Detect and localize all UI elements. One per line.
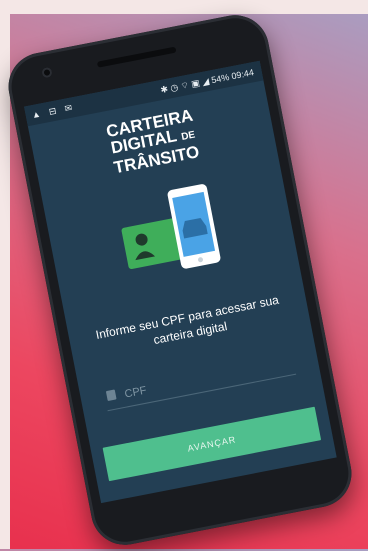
cpf-input[interactable] — [120, 351, 296, 405]
continue-button[interactable]: AVANÇAR — [102, 406, 322, 482]
license-phone-illustration — [121, 184, 221, 270]
clock: 09:44 — [230, 67, 255, 82]
notification-icons: ▲ ⊟ ✉ — [30, 101, 76, 121]
earpiece-speaker — [96, 46, 177, 68]
front-camera — [41, 66, 53, 79]
photo-border-top — [0, 0, 368, 14]
cpf-instruction: Informe seu CPF para acessar sua carteir… — [94, 292, 280, 348]
app-screen: ▲ ⊟ ✉ ✱ ◷ ⌔ ▣ ◢ 54% 09:44 CARTEIRA DIGIT… — [24, 60, 337, 504]
logo-word-de: DE — [180, 129, 197, 144]
id-card-icon — [105, 389, 117, 402]
status-icons: ✱ ◷ ⌔ ▣ ◢ — [159, 75, 210, 96]
system-icons: ✱ ◷ ⌔ ▣ ◢ 54% 09:44 — [160, 67, 255, 96]
cpf-field[interactable] — [102, 350, 297, 412]
battery-level: 54% — [210, 71, 231, 86]
smartphone: ▲ ⊟ ✉ ✱ ◷ ⌔ ▣ ◢ 54% 09:44 CARTEIRA DIGIT… — [2, 9, 358, 551]
